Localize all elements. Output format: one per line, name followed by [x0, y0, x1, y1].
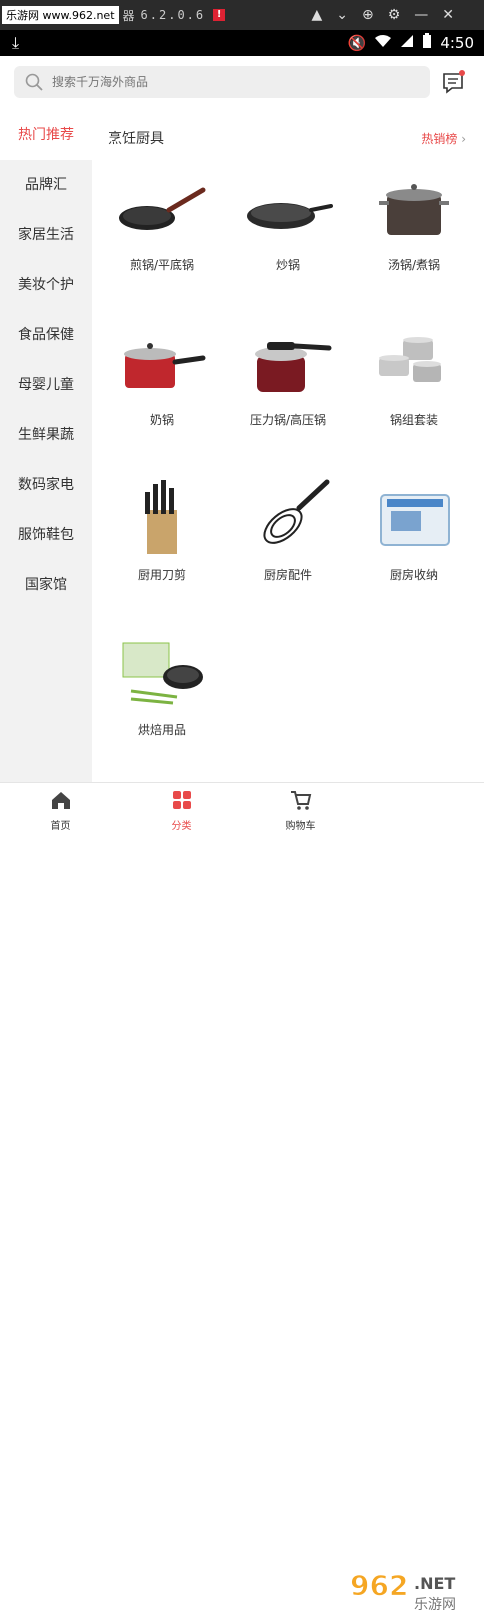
sidebar-item-country[interactable]: 国家馆 [0, 560, 92, 610]
search-input[interactable] [52, 75, 402, 89]
sidebar-item-food-health[interactable]: 食品保健 [0, 310, 92, 360]
product-label: 奶锅 [149, 413, 174, 427]
product-label: 锅组套装 [389, 413, 438, 427]
product-label: 汤锅/煮锅 [387, 258, 441, 272]
site-watermark: 乐游网 www.962.net [2, 6, 119, 24]
home-icon [51, 792, 70, 809]
emulator-version: 6.2.0.6 [140, 8, 206, 22]
section-title: 烹饪厨具 [108, 131, 164, 147]
clock-time: 4:50 [440, 34, 474, 52]
battery-icon [422, 33, 432, 53]
product-label: 烘焙用品 [137, 723, 186, 737]
whisk-icon [243, 478, 333, 558]
emulator-title-bar: 乐游网 www.962.net 器 6.2.0.6 ! ▲ ⌄ ⊕ ⚙ — ✕ [0, 0, 484, 30]
message-icon[interactable] [440, 68, 468, 96]
stock-pot-icon [369, 168, 459, 248]
svg-text:.NET: .NET [414, 1574, 455, 1593]
alert-icon[interactable]: ! [213, 9, 226, 21]
sidebar-item-apparel[interactable]: 服饰鞋包 [0, 510, 92, 560]
product-pressure-cooker[interactable]: 压力锅/高压锅 [226, 315, 350, 465]
tab-label: 分类 [171, 821, 192, 832]
svg-text:乐游网: 乐游网 [414, 1597, 456, 1613]
emulator-controls: ▲ ⌄ ⊕ ⚙ — ✕ [311, 0, 454, 30]
android-status-bar: ⤓ 🔇 4:50 [0, 30, 484, 56]
sidebar-item-home-living[interactable]: 家居生活 [0, 210, 92, 260]
sidebar-item-fresh[interactable]: 生鲜果蔬 [0, 410, 92, 460]
search-icon [25, 73, 43, 91]
emulator-title: 器 [122, 8, 135, 23]
product-label: 炒锅 [275, 258, 300, 272]
category-icon [172, 791, 191, 809]
search-bar[interactable] [14, 66, 430, 98]
sidebar-item-digital[interactable]: 数码家电 [0, 460, 92, 510]
product-whisk[interactable]: 厨房配件 [226, 470, 350, 620]
knife-block-icon [117, 478, 207, 558]
tab-cart[interactable]: 购物车 [240, 783, 361, 833]
sidebar-item-hot[interactable]: 热门推荐 [0, 110, 92, 160]
baking-set-icon [117, 633, 207, 713]
frying-pan-icon [117, 168, 207, 248]
cart-icon [290, 791, 311, 810]
sidebar-item-mother-baby[interactable]: 母婴儿童 [0, 360, 92, 410]
product-label: 厨房收纳 [389, 568, 438, 582]
shirt-icon[interactable]: ▲ [311, 7, 322, 23]
chevron-right-icon: › [461, 132, 466, 146]
product-label: 压力锅/高压锅 [249, 413, 327, 427]
sidebar-item-beauty[interactable]: 美妆个护 [0, 260, 92, 310]
tab-home[interactable]: 首页 [0, 783, 121, 833]
wok-icon [243, 168, 333, 248]
wifi-icon [374, 34, 392, 52]
cookware-set-icon [369, 323, 459, 403]
close-icon[interactable]: ✕ [442, 7, 454, 23]
gear-icon[interactable]: ⚙ [388, 7, 401, 23]
tab-label: 首页 [50, 821, 71, 832]
pin-icon[interactable]: ⊕ [362, 7, 374, 23]
product-wok[interactable]: 炒锅 [226, 160, 350, 310]
product-milk-pot[interactable]: 奶锅 [100, 315, 224, 465]
site-logo-watermark: 962 .NET 乐游网 [346, 1565, 484, 1615]
download-icon: ⤓ [12, 33, 20, 52]
product-knife-block[interactable]: 厨用刀剪 [100, 470, 224, 620]
milk-pot-icon [117, 323, 207, 403]
product-frying-pan[interactable]: 煎锅/平底锅 [100, 160, 224, 310]
svg-text:962: 962 [350, 1569, 408, 1602]
category-sidebar: 热门推荐 品牌汇 家居生活 美妆个护 食品保健 母婴儿童 生鲜果蔬 数码家电 服… [0, 110, 92, 782]
product-label: 厨房配件 [263, 568, 312, 582]
tab-category[interactable]: 分类 [121, 783, 242, 833]
hot-list-label: 热销榜 [421, 132, 458, 146]
signal-icon [400, 34, 414, 52]
hot-list-link[interactable]: 热销榜 › [421, 130, 466, 147]
product-stock-pot[interactable]: 汤锅/煮锅 [352, 160, 476, 310]
product-storage-box[interactable]: 厨房收纳 [352, 470, 476, 620]
bottom-tab-bar: 首页 分类 购物车 962 .NET 乐游网 [0, 782, 484, 1613]
pressure-cooker-icon [243, 323, 333, 403]
mute-icon: 🔇 [347, 34, 367, 52]
minimize-icon[interactable]: — [414, 7, 428, 23]
tab-label: 购物车 [285, 821, 316, 832]
sidebar-item-brands[interactable]: 品牌汇 [0, 160, 92, 210]
product-label: 煎锅/平底锅 [129, 258, 195, 272]
storage-box-icon [369, 478, 459, 558]
product-cookware-set[interactable]: 锅组套装 [352, 315, 476, 465]
product-label: 厨用刀剪 [137, 568, 186, 582]
product-baking-set[interactable]: 烘焙用品 [100, 625, 224, 775]
chevron-down-icon[interactable]: ⌄ [336, 7, 348, 23]
